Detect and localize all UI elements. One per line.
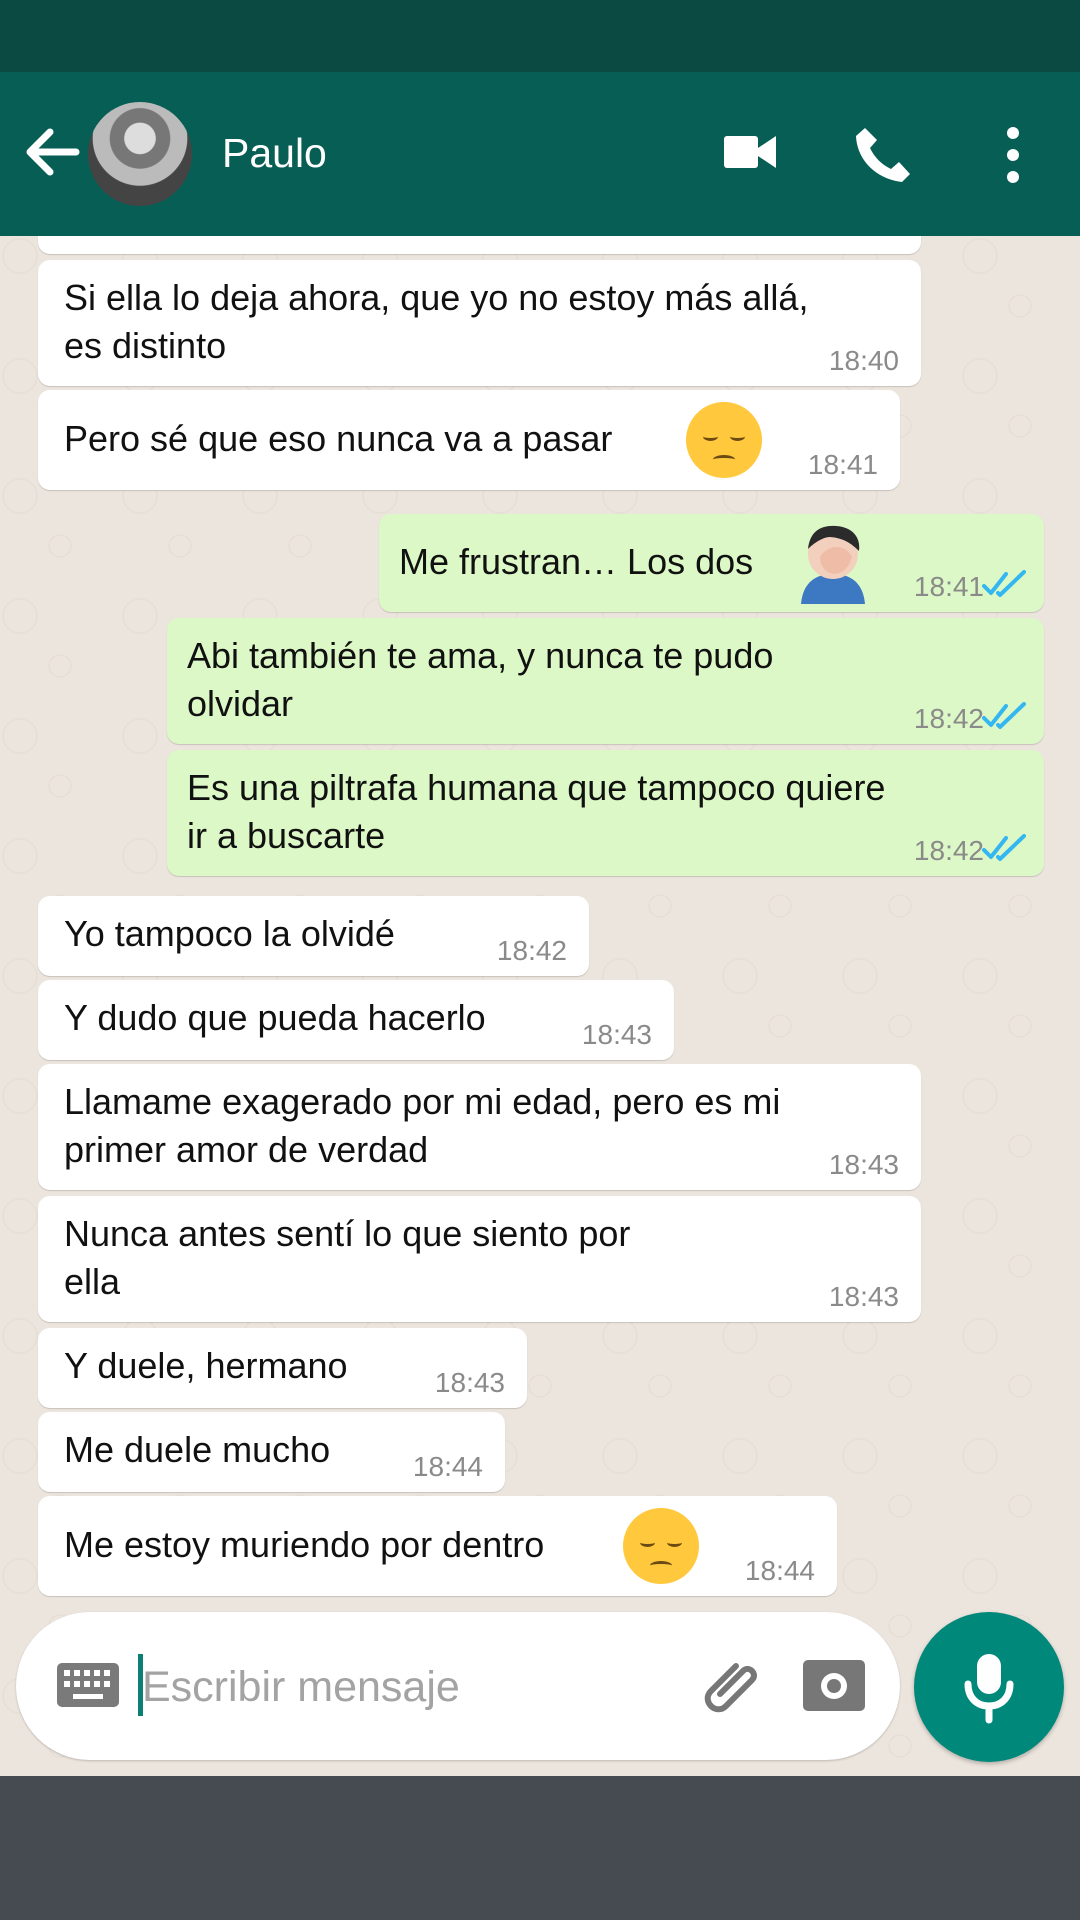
message-time: 18:43: [434, 1367, 505, 1398]
system-navigation-bar: [0, 1776, 1080, 1920]
message-time: 18:44: [412, 1451, 483, 1482]
message-time: 18:42: [913, 703, 984, 734]
message-text: Y duele, hermano: [64, 1345, 348, 1386]
message-time: 18:43: [828, 1149, 899, 1180]
message-text: Abi también te ama, y nunca te pudo olvi…: [187, 635, 774, 724]
message-composer: [16, 1612, 900, 1760]
message-time: 18:41: [913, 571, 984, 602]
message-text: Llamame exagerado por mi edad, pero es m…: [64, 1081, 781, 1170]
message-time: 18:40: [828, 345, 899, 376]
message-bubble-incoming[interactable]: Me duele mucho 18:44: [38, 1412, 505, 1492]
message-bubble-incoming[interactable]: Pero sé que eso nunca va a pasar 18:41: [38, 390, 900, 490]
keyboard-icon[interactable]: [56, 1662, 120, 1708]
message-bubble-incoming[interactable]: Si ella lo deja ahora, que yo no estoy m…: [38, 260, 921, 386]
message-bubble-incoming[interactable]: Yo tampoco la olvidé 18:42: [38, 896, 589, 976]
status-bar: [0, 0, 1080, 72]
read-double-check-icon: [982, 702, 1026, 729]
chat-header: Paulo: [0, 72, 1080, 236]
phone-icon[interactable]: [850, 124, 912, 186]
message-text: Pero sé que eso nunca va a pasar: [64, 418, 613, 459]
message-text: Me estoy muriendo por dentro: [64, 1524, 545, 1565]
message-input[interactable]: [140, 1652, 664, 1722]
message-time: 18:43: [828, 1281, 899, 1312]
message-text: Es una piltrafa humana que tampoco quier…: [187, 767, 886, 856]
message-bubble-incoming[interactable]: Nunca antes sentí lo que siento por ella…: [38, 1196, 921, 1322]
chat-thread[interactable]: Si ella lo deja ahora, que yo no estoy m…: [0, 236, 1080, 1776]
message-text: Nunca antes sentí lo que siento por ella: [64, 1213, 631, 1302]
message-time: 18:42: [496, 935, 567, 966]
message-time: 18:42: [913, 835, 984, 866]
read-double-check-icon: [982, 570, 1026, 597]
message-bubble-incoming[interactable]: Me estoy muriendo por dentro 18:44: [38, 1496, 837, 1596]
video-call-icon[interactable]: [722, 124, 778, 180]
message-text: Me duele mucho: [64, 1429, 331, 1470]
man-facepalming-icon: [801, 525, 865, 604]
camera-icon[interactable]: [802, 1656, 866, 1712]
microphone-icon: [964, 1654, 1014, 1724]
message-text: Y dudo que pueda hacerlo: [64, 997, 486, 1038]
message-time: 18:41: [807, 449, 878, 480]
attachment-icon[interactable]: [698, 1652, 770, 1724]
more-vertical-icon[interactable]: [998, 124, 1028, 186]
pensive-face-icon: [623, 1508, 699, 1584]
voice-message-button[interactable]: [914, 1612, 1064, 1762]
contact-name[interactable]: Paulo: [222, 130, 327, 177]
message-bubble-incoming[interactable]: [38, 236, 921, 254]
message-bubble-outgoing[interactable]: Es una piltrafa humana que tampoco quier…: [167, 750, 1044, 876]
message-text: Si ella lo deja ahora, que yo no estoy m…: [64, 277, 809, 366]
message-text: Me frustran… Los dos: [399, 541, 754, 582]
message-time: 18:43: [581, 1019, 652, 1050]
message-bubble-outgoing[interactable]: Abi también te ama, y nunca te pudo olvi…: [167, 618, 1044, 744]
message-bubble-incoming[interactable]: Llamame exagerado por mi edad, pero es m…: [38, 1064, 921, 1190]
message-text: Yo tampoco la olvidé: [64, 913, 395, 954]
message-bubble-incoming[interactable]: Y duele, hermano 18:43: [38, 1328, 527, 1408]
message-bubble-outgoing[interactable]: Me frustran… Los dos 18:41: [379, 514, 1044, 612]
message-bubble-incoming[interactable]: Y dudo que pueda hacerlo 18:43: [38, 980, 674, 1060]
pensive-face-icon: [686, 402, 762, 478]
back-arrow-icon[interactable]: [22, 122, 82, 182]
read-double-check-icon: [982, 834, 1026, 861]
message-time: 18:44: [744, 1555, 815, 1586]
avatar[interactable]: [88, 102, 192, 206]
